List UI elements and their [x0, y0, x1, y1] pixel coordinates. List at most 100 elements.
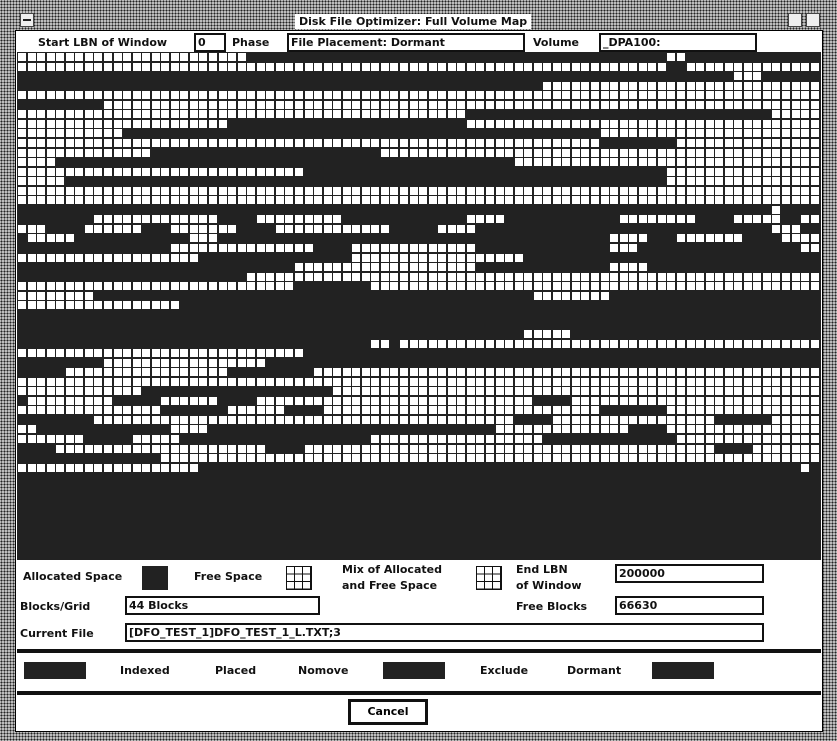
free-cell [409, 110, 418, 119]
free-cell [218, 100, 227, 109]
free-cell [94, 53, 103, 61]
free-cell [772, 454, 781, 463]
free-cell [75, 301, 84, 310]
free-cell [294, 186, 303, 195]
free-cell [94, 148, 103, 157]
free-cell [810, 119, 819, 128]
free-cell [113, 148, 122, 157]
minimize-icon[interactable] [788, 13, 802, 27]
free-cell [667, 377, 676, 386]
free-cell [447, 415, 456, 424]
free-cell [629, 215, 638, 224]
free-cell [810, 244, 819, 252]
free-cell [648, 215, 657, 224]
free-cell [619, 425, 628, 434]
free-cell [380, 196, 389, 205]
free-cell [199, 396, 208, 405]
free-cell [705, 425, 714, 434]
free-cell [457, 396, 466, 405]
volume-map-grid[interactable] [17, 52, 821, 560]
free-cell [715, 339, 724, 348]
free-cell [552, 119, 561, 128]
free-cell [132, 406, 141, 415]
free-cell [801, 415, 810, 424]
cancel-button[interactable]: Cancel [348, 699, 428, 725]
free-cell [762, 444, 771, 453]
free-cell [27, 62, 36, 71]
free-cell [772, 396, 781, 405]
free-cell [810, 425, 819, 434]
free-cell [638, 263, 647, 272]
free-cell [113, 196, 122, 205]
free-cell [505, 282, 514, 291]
free-cell [180, 444, 189, 453]
free-cell [285, 272, 294, 281]
free-cell [380, 444, 389, 453]
blocks-grid-field[interactable]: 44 Blocks [125, 596, 320, 615]
free-cell [266, 62, 275, 71]
free-cell [209, 234, 217, 243]
free-cell [170, 244, 179, 252]
free-cell [514, 91, 523, 100]
free-cell [161, 100, 170, 109]
free-cell [161, 358, 170, 367]
free-cell [466, 196, 475, 205]
free-cell [18, 224, 26, 233]
free-cell [657, 148, 666, 157]
free-cell [380, 91, 389, 100]
free-cell [638, 368, 647, 377]
maximize-icon[interactable] [806, 13, 820, 27]
free-cell [237, 62, 246, 71]
free-cell [27, 53, 36, 61]
free-cell [132, 215, 141, 224]
free-cell [610, 396, 619, 405]
free-cell [648, 339, 657, 348]
free-cell [361, 396, 370, 405]
free-cell [476, 339, 485, 348]
free-cell [724, 196, 733, 205]
free-cell [123, 358, 132, 367]
free-cell [103, 415, 112, 424]
free-cell [705, 339, 714, 348]
free-cell [591, 282, 599, 291]
free-cell [46, 158, 55, 167]
free-cell [600, 454, 609, 463]
free-cell [390, 110, 399, 119]
free-cell [352, 272, 361, 281]
free-cell [762, 425, 771, 434]
free-cell [610, 263, 619, 272]
free-cell [256, 91, 265, 100]
free-cell [705, 158, 714, 167]
end-lbn-field[interactable]: 200000 [615, 564, 764, 583]
free-cell [810, 282, 819, 291]
free-cell [676, 272, 685, 281]
free-cell [266, 272, 275, 281]
free-cell [581, 368, 590, 377]
free-cell [591, 81, 599, 90]
free-cell [352, 406, 361, 415]
free-cell [94, 138, 103, 147]
free-cell [638, 91, 647, 100]
start-lbn-field[interactable]: 0 [194, 33, 226, 52]
free-cell [495, 119, 504, 128]
free-cell [323, 110, 332, 119]
free-cell [762, 119, 771, 128]
free-cell [352, 62, 361, 71]
free-cell [371, 62, 380, 71]
free-cell [123, 91, 132, 100]
free-cell [419, 406, 428, 415]
free-cell [514, 396, 523, 405]
free-cell [552, 62, 561, 71]
free-cell [361, 377, 370, 386]
free-cell [438, 339, 447, 348]
free-cell [782, 444, 790, 453]
window-menu-icon[interactable] [20, 13, 34, 27]
free-cell [84, 148, 93, 157]
free-cell [600, 196, 609, 205]
free-cell [151, 358, 160, 367]
free-cell [294, 263, 303, 272]
free-cell [352, 444, 361, 453]
free-cell [581, 62, 590, 71]
free-cell [696, 91, 705, 100]
free-cell [610, 387, 619, 396]
